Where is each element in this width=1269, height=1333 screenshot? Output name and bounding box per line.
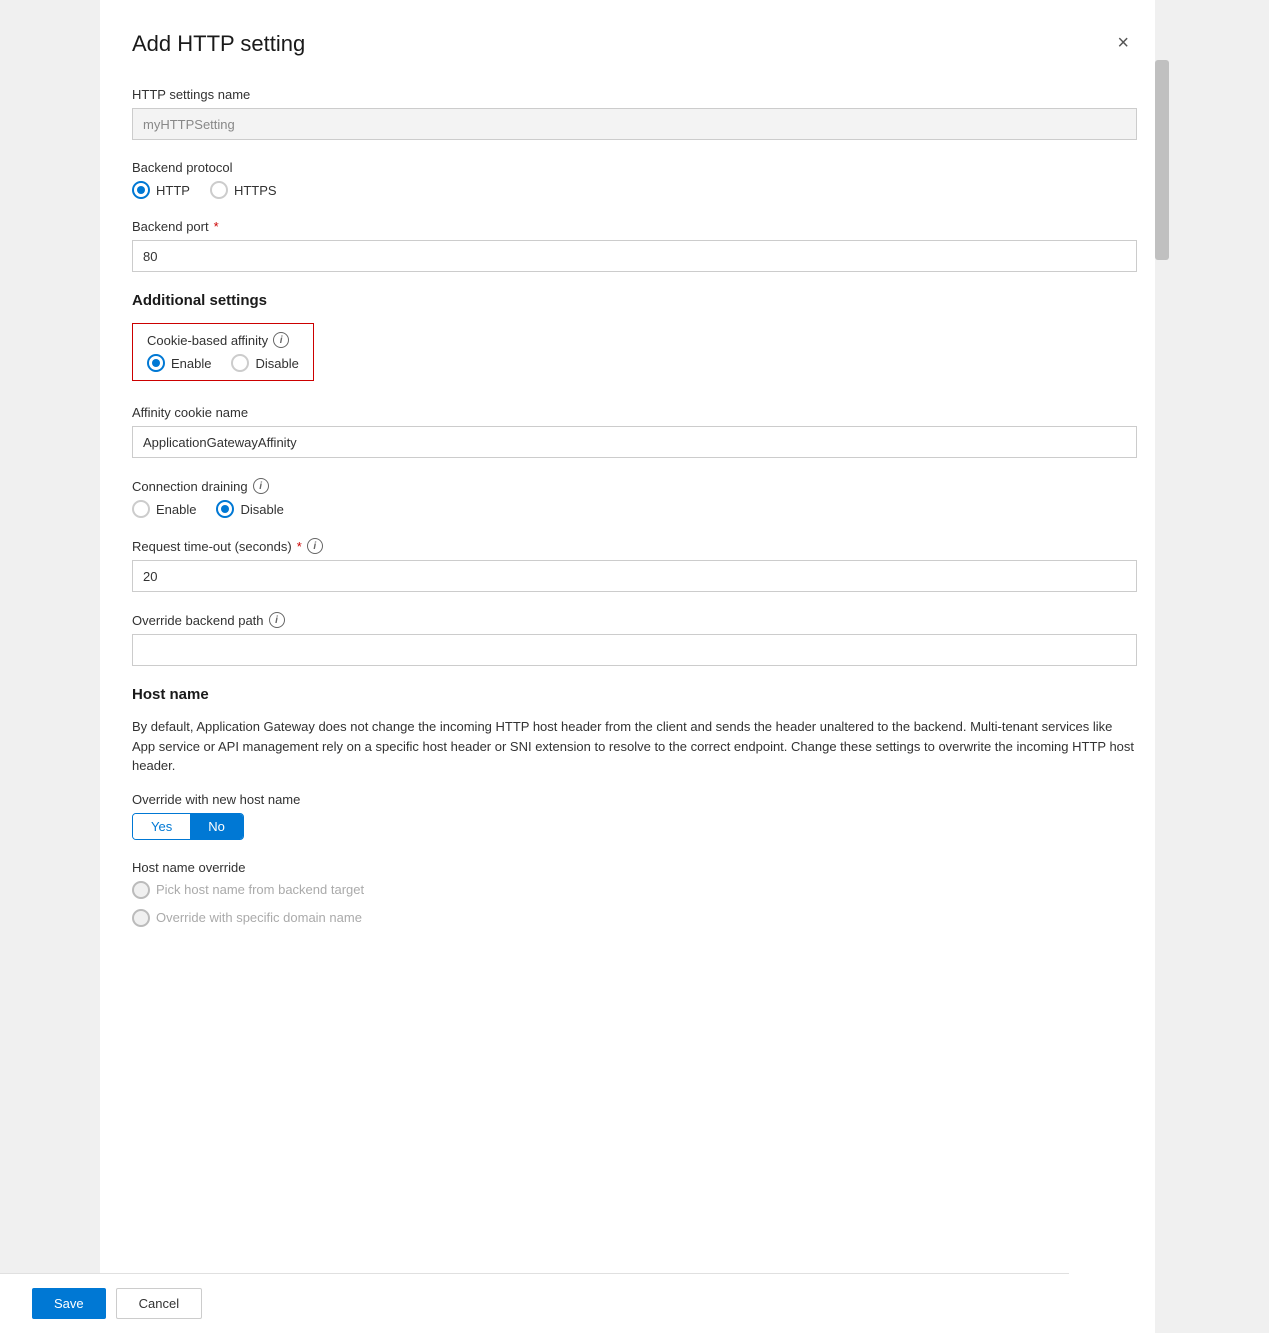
override-specific-domain-label: Override with specific domain name <box>156 910 362 925</box>
pick-host-from-backend-option[interactable]: Pick host name from backend target <box>132 881 364 899</box>
connection-draining-info-icon[interactable]: i <box>253 478 269 494</box>
dialog-footer: Save Cancel <box>100 1273 1069 1333</box>
affinity-cookie-name-section: Affinity cookie name <box>132 405 1137 458</box>
close-button[interactable]: × <box>1109 28 1137 59</box>
host-name-description: By default, Application Gateway does not… <box>132 717 1137 776</box>
override-host-name-yes-button[interactable]: Yes <box>133 814 190 839</box>
override-backend-path-input[interactable] <box>132 634 1137 666</box>
save-button[interactable]: Save <box>100 1288 106 1319</box>
http-settings-name-label: HTTP settings name <box>132 87 1137 102</box>
backend-protocol-label: Backend protocol <box>132 160 1137 175</box>
affinity-disable-radio[interactable] <box>231 354 249 372</box>
request-timeout-info-icon[interactable]: i <box>307 538 323 554</box>
backend-protocol-radio-group: HTTP HTTPS <box>132 181 1137 199</box>
override-host-name-label: Override with new host name <box>132 792 1137 807</box>
dialog-header: Add HTTP setting × <box>132 28 1137 59</box>
cookie-affinity-label: Cookie-based affinity i <box>147 332 299 348</box>
draining-enable-radio[interactable] <box>132 500 150 518</box>
override-backend-path-section: Override backend path i <box>132 612 1137 666</box>
add-http-setting-dialog: Add HTTP setting × HTTP settings name Ba… <box>100 0 1169 1333</box>
cookie-affinity-info-icon[interactable]: i <box>273 332 289 348</box>
protocol-http-label: HTTP <box>156 183 190 198</box>
affinity-disable-option[interactable]: Disable <box>231 354 298 372</box>
affinity-enable-radio[interactable] <box>147 354 165 372</box>
cookie-affinity-section: Cookie-based affinity i Enable Disable <box>132 323 1137 385</box>
connection-draining-section: Connection draining i Enable Disable <box>132 478 1137 518</box>
affinity-cookie-name-input[interactable] <box>132 426 1137 458</box>
protocol-https-label: HTTPS <box>234 183 277 198</box>
override-host-name-no-button[interactable]: No <box>190 814 243 839</box>
backend-port-label: Backend port * <box>132 219 1137 234</box>
affinity-disable-label: Disable <box>255 356 298 371</box>
draining-disable-radio[interactable] <box>216 500 234 518</box>
cookie-affinity-box: Cookie-based affinity i Enable Disable <box>132 323 314 381</box>
draining-disable-option[interactable]: Disable <box>216 500 283 518</box>
backend-port-required: * <box>214 219 219 234</box>
pick-host-from-backend-label: Pick host name from backend target <box>156 882 364 897</box>
protocol-http-radio[interactable] <box>132 181 150 199</box>
affinity-cookie-name-label: Affinity cookie name <box>132 405 1137 420</box>
dialog-title: Add HTTP setting <box>132 31 305 57</box>
request-timeout-required: * <box>297 539 302 554</box>
host-name-override-radio-group: Pick host name from backend target Overr… <box>132 881 1137 927</box>
backend-port-section: Backend port * <box>132 219 1137 272</box>
cookie-affinity-radio-group: Enable Disable <box>147 354 299 372</box>
host-name-section: Host name By default, Application Gatewa… <box>132 686 1137 927</box>
backend-protocol-section: Backend protocol HTTP HTTPS <box>132 160 1137 199</box>
override-backend-path-label: Override backend path i <box>132 612 1137 628</box>
draining-disable-label: Disable <box>240 502 283 517</box>
affinity-enable-label: Enable <box>171 356 211 371</box>
connection-draining-radio-group: Enable Disable <box>132 500 1137 518</box>
http-settings-name-input[interactable] <box>132 108 1137 140</box>
host-name-override-label: Host name override <box>132 860 1137 875</box>
override-specific-domain-radio[interactable] <box>132 909 150 927</box>
override-specific-domain-option[interactable]: Override with specific domain name <box>132 909 362 927</box>
override-host-name-section: Override with new host name Yes No <box>132 792 1137 840</box>
draining-enable-label: Enable <box>156 502 196 517</box>
protocol-https-radio[interactable] <box>210 181 228 199</box>
scrollbar[interactable] <box>1155 0 1169 1333</box>
pick-host-from-backend-radio[interactable] <box>132 881 150 899</box>
override-host-name-toggle-group: Yes No <box>132 813 244 840</box>
backend-port-input[interactable] <box>132 240 1137 272</box>
scrollbar-thumb[interactable] <box>1155 60 1169 260</box>
affinity-enable-option[interactable]: Enable <box>147 354 211 372</box>
request-timeout-section: Request time-out (seconds) * i <box>132 538 1137 592</box>
request-timeout-input[interactable] <box>132 560 1137 592</box>
http-settings-name-section: HTTP settings name <box>132 87 1137 140</box>
host-name-header: Host name <box>132 686 1137 703</box>
request-timeout-label: Request time-out (seconds) * i <box>132 538 1137 554</box>
protocol-https-option[interactable]: HTTPS <box>210 181 277 199</box>
additional-settings-header: Additional settings <box>132 292 1137 309</box>
connection-draining-label: Connection draining i <box>132 478 1137 494</box>
protocol-http-option[interactable]: HTTP <box>132 181 190 199</box>
cancel-button[interactable]: Cancel <box>116 1288 202 1319</box>
host-name-override-section: Host name override Pick host name from b… <box>132 860 1137 927</box>
override-backend-path-info-icon[interactable]: i <box>269 612 285 628</box>
draining-enable-option[interactable]: Enable <box>132 500 196 518</box>
